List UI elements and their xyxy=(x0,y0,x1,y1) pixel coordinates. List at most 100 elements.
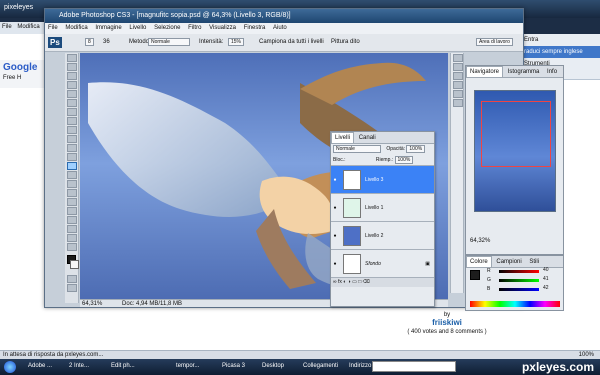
layer-row[interactable]: ● Livello 2 xyxy=(331,222,434,250)
folder-icon[interactable]: ▭ xyxy=(352,279,357,285)
menu-modifica[interactable]: Modifica xyxy=(15,22,41,32)
navigator-view-box[interactable] xyxy=(481,101,551,167)
taskbar-item[interactable]: Adobe ... xyxy=(28,363,52,369)
canvas-zoom-field[interactable]: 64,31% xyxy=(82,301,102,307)
channel-g-slider[interactable] xyxy=(499,279,539,282)
magic-wand-tool-icon[interactable] xyxy=(67,81,77,89)
eraser-tool-icon[interactable] xyxy=(67,144,77,152)
mask-icon[interactable]: ◐ xyxy=(343,279,346,285)
taskbar-item[interactable]: Edit ph... xyxy=(111,363,135,369)
layer-row[interactable]: ● Livello 3 xyxy=(331,166,434,194)
channel-r-value[interactable]: 40 xyxy=(543,267,549,273)
channel-g-value[interactable]: 41 xyxy=(543,276,549,282)
taskbar-item[interactable]: Picasa 3 xyxy=(222,363,245,369)
notes-tool-icon[interactable] xyxy=(67,216,77,224)
tab-navigator[interactable]: Navigatore xyxy=(466,66,504,77)
ps-menu-livello[interactable]: Livello xyxy=(126,23,149,33)
eye-icon[interactable]: ● xyxy=(331,205,339,211)
brush-size-field[interactable]: 8 xyxy=(85,38,94,46)
browser-zoom-level[interactable]: 100% xyxy=(579,352,594,358)
brush-tool-icon[interactable] xyxy=(67,117,77,125)
author-name[interactable]: friiskiwi xyxy=(387,318,507,327)
finger-paint-checkbox[interactable]: Pittura dito xyxy=(331,39,360,45)
history-panel-icon[interactable] xyxy=(453,63,463,71)
taskbar-item[interactable]: tempor... xyxy=(176,363,199,369)
sign-in-link[interactable]: Entra xyxy=(520,34,600,46)
paragraph-panel-icon[interactable] xyxy=(453,99,463,107)
channel-r-slider[interactable] xyxy=(499,270,539,273)
active-color-swatch[interactable] xyxy=(470,270,480,280)
type-tool-icon[interactable] xyxy=(67,189,77,197)
navigator-zoom[interactable]: 64,32% xyxy=(470,238,490,244)
ps-menu-filtro[interactable]: Filtro xyxy=(185,23,204,33)
tab-histogram[interactable]: Istogramma xyxy=(505,67,543,77)
screen-mode-icon[interactable] xyxy=(67,284,77,292)
layer-row[interactable]: ● Sfondo ▣ xyxy=(331,250,434,278)
channel-b-slider[interactable] xyxy=(499,288,539,291)
sample-all-checkbox[interactable]: Campiona da tutti i livelli xyxy=(259,39,324,45)
fill-field[interactable]: 100% xyxy=(394,156,414,164)
dodge-tool-icon[interactable] xyxy=(67,171,77,179)
taskbar-item[interactable]: Indirizzo xyxy=(349,363,371,369)
history-brush-tool-icon[interactable] xyxy=(67,135,77,143)
tab-styles[interactable]: Stili xyxy=(526,257,542,267)
translate-link[interactable]: raduci sempre inglese xyxy=(520,46,600,58)
crop-tool-icon[interactable] xyxy=(67,90,77,98)
workspace-button[interactable]: Area di lavoro xyxy=(476,38,513,46)
path-selection-tool-icon[interactable] xyxy=(67,198,77,206)
navigator-panel-icon[interactable] xyxy=(453,54,463,62)
smudge-tool-icon[interactable] xyxy=(67,162,77,170)
brushes-panel-icon[interactable] xyxy=(453,81,463,89)
trash-icon[interactable]: ⌫ xyxy=(363,279,370,285)
ps-menu-visualizza[interactable]: Visualizza xyxy=(206,23,239,33)
eyedropper-tool-icon[interactable] xyxy=(67,225,77,233)
zoom-tool-icon[interactable] xyxy=(67,243,77,251)
new-layer-icon[interactable]: □ xyxy=(358,279,361,285)
intensity-field[interactable]: 15% xyxy=(228,38,245,46)
blend-mode-select[interactable]: Normale xyxy=(333,145,381,153)
marquee-tool-icon[interactable] xyxy=(67,63,77,71)
ps-menu-selezione[interactable]: Selezione xyxy=(151,23,183,33)
tool-presets-icon[interactable] xyxy=(453,90,463,98)
slice-tool-icon[interactable] xyxy=(67,99,77,107)
eye-icon[interactable]: ● xyxy=(331,261,339,267)
layer-row[interactable]: ● Livello 1 xyxy=(331,194,434,222)
adjustment-icon[interactable]: ◑ xyxy=(348,279,351,285)
move-tool-icon[interactable] xyxy=(67,54,77,62)
navigator-preview[interactable] xyxy=(474,90,556,212)
address-bar[interactable] xyxy=(372,361,456,372)
menu-file[interactable]: File xyxy=(0,22,14,32)
ps-menu-finestra[interactable]: Finestra xyxy=(241,23,269,33)
taskbar-item[interactable]: Desktop xyxy=(262,363,284,369)
tab-info[interactable]: Info xyxy=(544,67,560,77)
tab-color[interactable]: Colore xyxy=(466,256,492,267)
ps-menu-aiuto[interactable]: Aiuto xyxy=(270,23,290,33)
eye-icon[interactable]: ● xyxy=(331,233,339,239)
lasso-tool-icon[interactable] xyxy=(67,72,77,80)
background-color-swatch[interactable] xyxy=(70,260,79,269)
gradient-tool-icon[interactable] xyxy=(67,153,77,161)
ps-menu-immagine[interactable]: Immagine xyxy=(92,23,124,33)
opacity-field[interactable]: 100% xyxy=(406,145,426,153)
hand-tool-icon[interactable] xyxy=(67,234,77,242)
fx-icon[interactable]: fx xyxy=(338,279,342,285)
healing-brush-tool-icon[interactable] xyxy=(67,108,77,116)
color-spectrum-bar[interactable] xyxy=(470,301,560,307)
pen-tool-icon[interactable] xyxy=(67,180,77,188)
actions-panel-icon[interactable] xyxy=(453,72,463,80)
quick-mask-icon[interactable] xyxy=(67,275,77,283)
tab-swatches[interactable]: Campioni xyxy=(493,257,524,267)
taskbar-item[interactable]: Collegamenti xyxy=(303,363,338,369)
method-select[interactable]: Normale xyxy=(148,38,190,46)
channel-b-value[interactable]: 42 xyxy=(543,285,549,291)
ps-menu-modifica[interactable]: Modifica xyxy=(62,23,90,33)
shape-tool-icon[interactable] xyxy=(67,207,77,215)
clone-stamp-tool-icon[interactable] xyxy=(67,126,77,134)
tab-channels[interactable]: Canali xyxy=(356,133,379,143)
start-icon[interactable] xyxy=(4,361,16,373)
taskbar-item[interactable]: 2 Inte... xyxy=(69,363,89,369)
ps-menu-file[interactable]: File xyxy=(45,23,61,33)
eye-icon[interactable]: ● xyxy=(331,177,339,183)
tab-layers[interactable]: Livelli xyxy=(331,132,355,143)
link-icon[interactable]: ∞ xyxy=(333,279,337,285)
